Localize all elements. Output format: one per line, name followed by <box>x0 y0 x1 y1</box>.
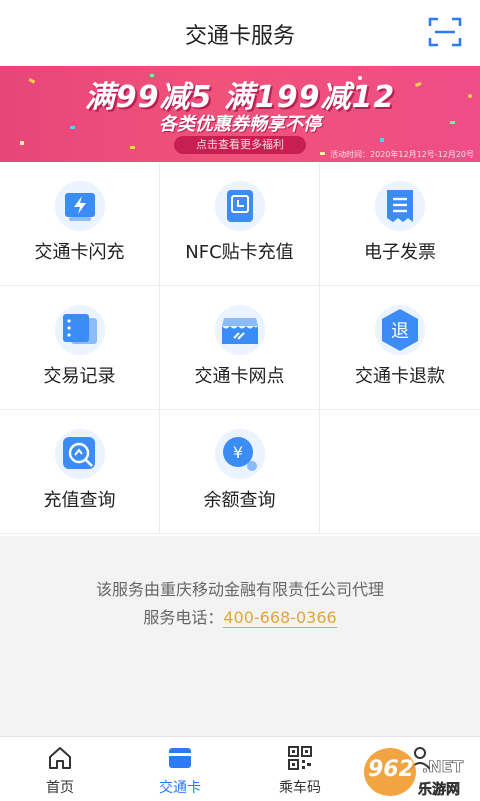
banner-date: 活动时间：2020年12月12号-12月20号 <box>330 150 474 159</box>
invoice-icon <box>375 181 425 231</box>
service-card-outlets[interactable]: 交通卡网点 <box>160 286 320 410</box>
scan-icon[interactable] <box>428 16 462 48</box>
tab-ride-code[interactable]: 乘车码 <box>240 737 360 801</box>
svg-text:.NET: .NET <box>422 757 463 776</box>
card-icon <box>169 748 191 768</box>
provider-text: 该服务由重庆移动金融有限责任公司代理 <box>95 580 384 599</box>
service-label: 交通卡闪充 <box>34 242 125 263</box>
tab-transit-card[interactable]: 交通卡 <box>120 737 240 801</box>
service-flash-charge[interactable]: 交通卡闪充 <box>0 162 160 286</box>
tab-home[interactable]: 首页 <box>0 737 120 801</box>
balance-glyph: ¥ <box>233 443 243 462</box>
service-balance-query[interactable]: ¥ 余额查询 <box>160 410 320 534</box>
service-label: 充值查询 <box>43 490 116 511</box>
service-grid: 交通卡闪充 NFC贴卡充值 电子发票 交易记录 交通卡网点 退 交通卡退款 充值… <box>0 162 480 536</box>
refund-glyph: 退 <box>391 321 409 342</box>
watermark-logo: 962 .NET 乐游网 <box>364 748 464 798</box>
balance-query-icon: ¥ <box>215 429 265 479</box>
header: 交通卡服务 <box>0 0 480 66</box>
svg-text:962: 962 <box>368 757 414 782</box>
service-label: 电子发票 <box>364 242 436 263</box>
service-recharge-query[interactable]: 充值查询 <box>0 410 160 534</box>
service-card-refund[interactable]: 退 交通卡退款 <box>320 286 480 410</box>
service-label: NFC贴卡充值 <box>185 242 294 263</box>
records-icon <box>55 305 105 355</box>
qr-code-icon <box>288 746 312 770</box>
banner-cta[interactable]: 点击查看更多福利 <box>174 136 306 154</box>
refund-icon: 退 <box>375 305 425 355</box>
page-title: 交通卡服务 <box>184 24 295 49</box>
service-label: 交通卡网点 <box>194 366 285 387</box>
service-e-invoice[interactable]: 电子发票 <box>320 162 480 286</box>
service-transaction-records[interactable]: 交易记录 <box>0 286 160 410</box>
phone-label: 服务电话： <box>143 608 224 627</box>
banner-subtitle: 各类优惠券畅享不停 <box>159 114 321 135</box>
recharge-query-icon <box>55 429 105 479</box>
tab-label: 首页 <box>46 780 74 796</box>
tab-label: 乘车码 <box>279 780 321 796</box>
service-label: 余额查询 <box>203 490 276 511</box>
phone-link[interactable]: 400-668-0366 <box>223 608 337 628</box>
home-icon <box>49 747 71 769</box>
service-label: 交通卡退款 <box>355 366 445 387</box>
flash-charge-icon <box>55 181 105 231</box>
service-phone-row: 服务电话：400-668-0366 <box>0 604 480 628</box>
nfc-icon <box>215 181 265 231</box>
tab-label: 交通卡 <box>159 780 201 796</box>
store-icon <box>215 305 265 355</box>
empty-cell <box>320 410 480 534</box>
service-nfc-recharge[interactable]: NFC贴卡充值 <box>160 162 320 286</box>
promo-banner[interactable]: 满99减5 满199减12 各类优惠券畅享不停 点击查看更多福利 活动时间：20… <box>0 66 480 162</box>
service-label: 交易记录 <box>43 366 116 387</box>
svg-text:乐游网: 乐游网 <box>418 781 460 798</box>
